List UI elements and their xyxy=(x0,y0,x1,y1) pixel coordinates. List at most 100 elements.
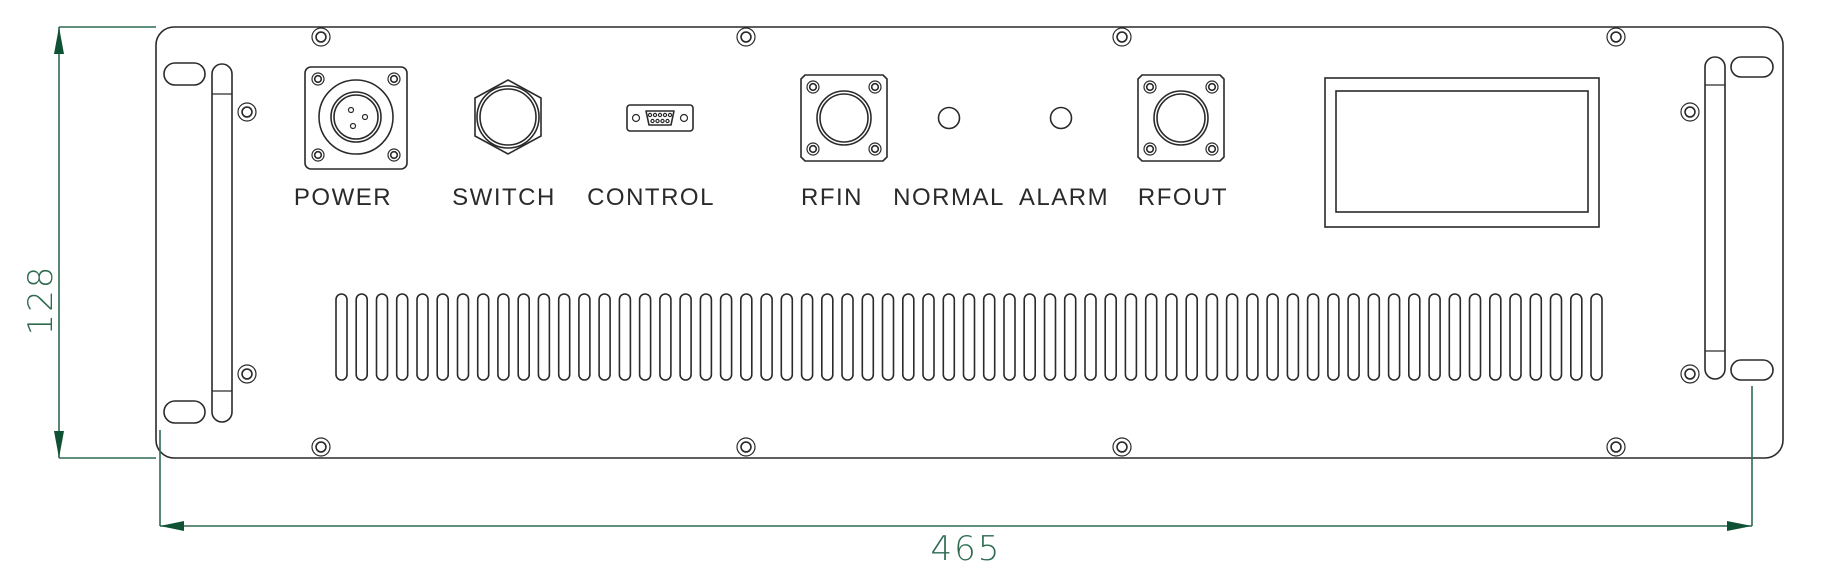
screw-icon xyxy=(387,72,401,86)
rfin-label: RFIN xyxy=(801,184,863,211)
screw-icon xyxy=(1112,437,1132,457)
vent-slot xyxy=(1063,293,1077,381)
vent-grille xyxy=(335,293,1603,381)
vent-slot xyxy=(1104,293,1117,381)
vent-slot xyxy=(578,293,591,381)
control-db9-port[interactable] xyxy=(626,104,694,132)
right-handle-group xyxy=(1704,56,1774,381)
vent-slot xyxy=(1266,293,1279,381)
vent-slot xyxy=(820,293,834,381)
vent-slot xyxy=(1509,293,1522,381)
vent-slot xyxy=(760,293,773,381)
vent-slot xyxy=(982,293,996,381)
alarm-led xyxy=(1049,106,1073,130)
control-label: CONTROL xyxy=(587,184,715,211)
lcd-display xyxy=(1324,77,1600,228)
vent-slot xyxy=(1185,293,1198,381)
screw-icon xyxy=(806,142,820,156)
rfin-connector[interactable] xyxy=(800,74,888,162)
vent-slot xyxy=(1225,293,1239,381)
vent-slot xyxy=(1144,293,1158,381)
screw-icon xyxy=(1680,364,1700,384)
screw-icon xyxy=(868,142,882,156)
vent-slot xyxy=(1023,293,1036,381)
power-label: POWER xyxy=(294,184,392,211)
right-handle[interactable] xyxy=(1704,56,1726,380)
front-panel-drawing: POWER SWITCH CONTROL RFIN NORMAL ALARM R… xyxy=(21,26,1784,569)
rfout-connector[interactable] xyxy=(1137,74,1225,162)
screw-icon xyxy=(1112,27,1132,47)
vent-slot xyxy=(375,293,389,381)
normal-label: NORMAL xyxy=(893,184,1005,211)
screw-icon xyxy=(311,148,325,162)
screw-icon xyxy=(736,27,756,47)
screw-icon xyxy=(311,72,325,86)
vent-slot xyxy=(537,293,551,381)
vent-slot xyxy=(1367,293,1381,381)
vent-slot xyxy=(557,293,571,381)
left-handle[interactable] xyxy=(211,63,233,423)
screw-icon xyxy=(736,437,756,457)
vent-slot xyxy=(1448,293,1462,381)
switch-knob[interactable] xyxy=(474,79,542,155)
height-arrow-bottom xyxy=(54,431,64,458)
vent-slot xyxy=(841,293,854,381)
vent-slot xyxy=(598,293,611,381)
vent-slot xyxy=(1327,293,1340,381)
rfout-label: RFOUT xyxy=(1138,184,1228,211)
height-arrow-top xyxy=(54,27,64,54)
vent-slot xyxy=(800,293,814,381)
power-connector[interactable] xyxy=(304,66,408,170)
screw-icon xyxy=(1143,80,1157,94)
vent-slot xyxy=(719,293,733,381)
screw-icon xyxy=(237,102,257,122)
right-rack-slot-bottom xyxy=(1730,359,1774,381)
width-dimension: 465 xyxy=(159,386,1753,569)
screw-icon xyxy=(311,437,331,457)
screw-icon xyxy=(1680,102,1700,122)
vent-slot xyxy=(1003,293,1016,381)
screw-icon xyxy=(1606,27,1626,47)
vent-slot xyxy=(1165,293,1178,381)
vent-slot xyxy=(659,293,672,381)
vent-slot xyxy=(1529,293,1543,381)
vent-slot xyxy=(1570,293,1583,381)
vent-slot xyxy=(638,293,652,381)
vent-slot xyxy=(497,293,510,381)
width-arrow-right xyxy=(1727,521,1752,531)
height-dimension-value: 128 xyxy=(21,265,61,336)
screw-group xyxy=(237,27,1700,457)
vent-slot xyxy=(1286,293,1300,381)
normal-led xyxy=(937,106,961,130)
vent-slot xyxy=(1387,293,1401,381)
vent-slot xyxy=(517,293,531,381)
height-dimension: 128 xyxy=(21,26,156,459)
vent-slot xyxy=(1043,293,1057,381)
vent-slot xyxy=(1489,293,1502,381)
vent-slot xyxy=(1084,293,1097,381)
left-rack-slot-bottom xyxy=(163,400,206,424)
vent-slot xyxy=(922,293,935,381)
screw-icon xyxy=(237,364,257,384)
screw-icon xyxy=(1606,437,1626,457)
vent-slot xyxy=(395,293,409,381)
vent-slot xyxy=(881,293,895,381)
vent-slot xyxy=(861,293,875,381)
vent-slot xyxy=(335,293,348,381)
vent-slot xyxy=(618,293,632,381)
vent-slot xyxy=(1205,293,1219,381)
screw-icon xyxy=(311,27,331,47)
vent-slot xyxy=(780,293,794,381)
right-rack-slot-top xyxy=(1730,56,1774,78)
vent-slot xyxy=(476,293,490,381)
vent-slot xyxy=(1408,293,1421,381)
alarm-label: ALARM xyxy=(1019,184,1109,211)
vent-slot xyxy=(1590,293,1603,381)
vent-slot xyxy=(456,293,470,381)
vent-slot xyxy=(1246,293,1259,381)
screw-icon xyxy=(1205,142,1219,156)
screw-icon xyxy=(1143,142,1157,156)
vent-slot xyxy=(355,293,369,381)
vent-slot xyxy=(1306,293,1320,381)
vent-slot xyxy=(1549,293,1563,381)
